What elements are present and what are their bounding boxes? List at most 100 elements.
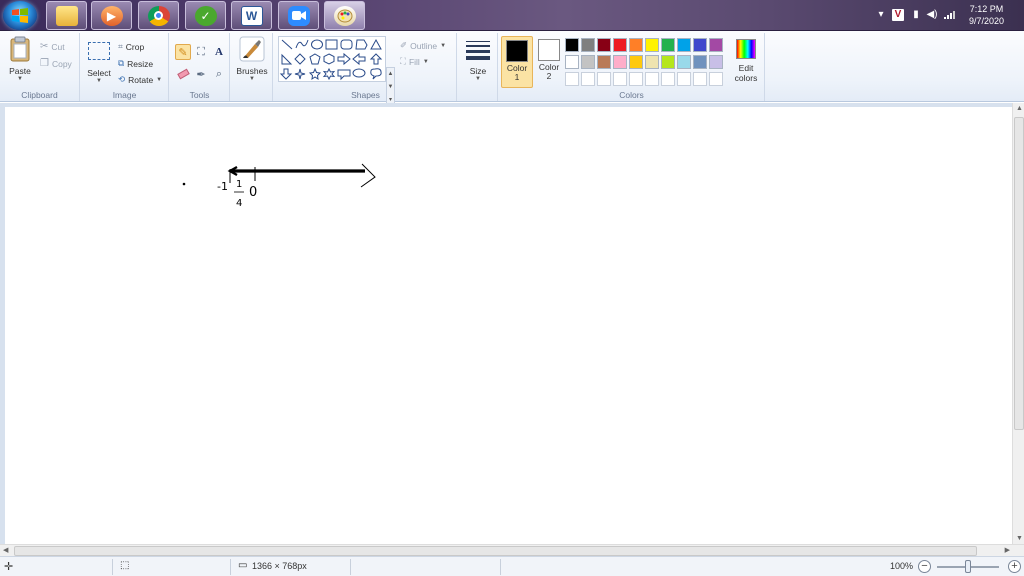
rotate-button[interactable]: ⟲ Rotate ▼ — [118, 74, 162, 85]
label-minus-one: -1 — [217, 180, 228, 193]
zoom-in-button[interactable]: + — [1008, 560, 1021, 573]
palette-swatch[interactable] — [693, 38, 707, 52]
fill-bucket-icon: ⛶ — [400, 56, 406, 66]
palette-swatch[interactable] — [661, 72, 675, 86]
palette-swatch[interactable] — [565, 38, 579, 52]
magnifier-tool[interactable]: ⌕ — [211, 66, 227, 82]
copy-button[interactable]: ❐ Copy — [40, 58, 72, 69]
horizontal-scroll-thumb[interactable] — [14, 546, 977, 556]
palette-swatch[interactable] — [709, 38, 723, 52]
vertical-scroll-thumb[interactable] — [1014, 117, 1024, 430]
palette-swatch[interactable] — [693, 72, 707, 86]
palette-swatch[interactable] — [613, 55, 627, 69]
scroll-up-arrow-icon[interactable]: ▲ — [1016, 105, 1023, 112]
palette-swatch[interactable] — [565, 72, 579, 86]
palette-swatch[interactable] — [677, 38, 691, 52]
select-button[interactable]: Select ▼ — [85, 36, 113, 84]
scroll-left-arrow-icon[interactable]: ◀ — [3, 546, 8, 554]
workspace: -1 1 4 0 — [0, 103, 1024, 544]
fill-button[interactable]: ⛶ Fill ▼ — [400, 56, 429, 67]
tools-group: ✎ ⛶ A ✒ ⌕ Tools — [170, 33, 230, 101]
chevron-down-icon: ▼ — [475, 76, 481, 82]
scroll-down-arrow-icon[interactable]: ▼ — [1016, 535, 1023, 542]
palette-swatch[interactable] — [565, 55, 579, 69]
palette-swatch[interactable] — [677, 72, 691, 86]
palette-swatch[interactable] — [597, 55, 611, 69]
palette-swatch[interactable] — [661, 38, 675, 52]
color-2-button[interactable]: Color 2 — [533, 36, 565, 88]
taskbar-file-explorer[interactable] — [46, 1, 87, 30]
fill-tool[interactable]: ⛶ — [193, 44, 209, 60]
palette-swatch[interactable] — [645, 38, 659, 52]
outline-button[interactable]: ✐ Outline ▼ — [400, 40, 446, 51]
paint-bucket-icon: ⛶ — [197, 45, 205, 58]
taskbar-paint[interactable] — [324, 1, 365, 30]
text-tool[interactable]: A — [211, 44, 227, 60]
polygon-shape-icon — [355, 39, 368, 50]
horizontal-scrollbar[interactable]: ◀ ▶ — [0, 544, 1024, 556]
palette-swatch[interactable] — [613, 72, 627, 86]
zoom-slider-thumb[interactable] — [965, 560, 971, 573]
eraser-tool[interactable] — [175, 66, 191, 82]
palette-swatch[interactable] — [629, 38, 643, 52]
size-button[interactable]: Size ▼ — [463, 36, 493, 82]
oval-shape-icon — [311, 39, 323, 50]
image-group-label: Image — [112, 90, 137, 100]
palette-swatch[interactable] — [629, 55, 643, 69]
vertical-scrollbar[interactable]: ▲ ▼ — [1012, 103, 1024, 544]
palette-swatch[interactable] — [709, 55, 723, 69]
zoom-out-button[interactable]: − — [918, 560, 931, 573]
pencil-tool[interactable]: ✎ — [175, 44, 191, 60]
taskbar-media-player[interactable]: ▶ — [91, 1, 132, 30]
tray-expand-icon[interactable]: ▾ — [875, 9, 887, 21]
palette-swatch[interactable] — [581, 72, 595, 86]
cursor-position-icon: ✛ — [4, 561, 14, 573]
paste-button[interactable]: Paste ▼ — [6, 36, 34, 82]
scroll-right-arrow-icon[interactable]: ▶ — [1005, 546, 1010, 554]
palette-swatch[interactable] — [709, 72, 723, 86]
taskbar-word[interactable]: W — [231, 1, 272, 30]
palette-swatch[interactable] — [581, 55, 595, 69]
palette-swatch[interactable] — [661, 55, 675, 69]
green-app-icon: ✓ — [194, 5, 217, 26]
brushes-button[interactable]: Brushes ▼ — [235, 36, 269, 82]
brush-icon — [239, 36, 265, 62]
clock[interactable]: 7:12 PM 9/7/2020 — [969, 3, 1004, 27]
canvas-size-icon: ▭ — [238, 560, 248, 571]
taskbar-chrome[interactable] — [138, 1, 179, 30]
oval-callout-shape-icon — [352, 68, 366, 78]
resize-button[interactable]: ⧉ Resize — [118, 58, 153, 69]
palette-swatch[interactable] — [597, 72, 611, 86]
taskbar-zoom[interactable] — [278, 1, 319, 30]
chevron-down-icon: ▼ — [440, 42, 447, 49]
drawing-canvas[interactable]: -1 1 4 0 — [5, 107, 1012, 544]
signal-icon[interactable] — [944, 9, 956, 21]
palette-swatch[interactable] — [629, 72, 643, 86]
palette-swatch[interactable] — [645, 72, 659, 86]
color-1-button[interactable]: Color 1 — [501, 36, 533, 88]
scroll-up-icon[interactable]: ▲ — [387, 68, 394, 81]
palette-swatch[interactable] — [613, 38, 627, 52]
tools-group-label: Tools — [189, 90, 210, 100]
cut-button[interactable]: ✂ Cut — [40, 41, 65, 52]
colors-group: Color 1 Color 2 Edit colors Colors — [499, 33, 765, 101]
palette-swatch[interactable] — [581, 38, 595, 52]
palette-swatch[interactable] — [677, 55, 691, 69]
crop-icon: ⌗ — [118, 41, 123, 51]
right-triangle-shape-icon — [281, 53, 293, 65]
taskbar-green-app[interactable]: ✓ — [185, 1, 226, 30]
palette-swatch[interactable] — [693, 55, 707, 69]
battery-icon[interactable]: ▮ — [910, 9, 922, 21]
color-picker-tool[interactable]: ✒ — [193, 66, 209, 82]
volume-icon[interactable]: ◀) — [926, 9, 938, 21]
edit-colors-button[interactable]: Edit colors — [729, 36, 763, 83]
crop-button[interactable]: ⌗ Crop — [118, 41, 144, 52]
start-button[interactable] — [3, 1, 37, 30]
palette-swatch[interactable] — [645, 55, 659, 69]
colors-group-label: Colors — [619, 90, 644, 100]
system-tray: ▾ V ▮ ◀) 7:12 PM 9/7/2020 — [864, 0, 1024, 31]
palette-swatch[interactable] — [597, 38, 611, 52]
up-arrow-shape-icon — [369, 53, 383, 65]
line-width-icon — [466, 41, 490, 60]
tray-v-app-icon[interactable]: V — [892, 9, 904, 21]
